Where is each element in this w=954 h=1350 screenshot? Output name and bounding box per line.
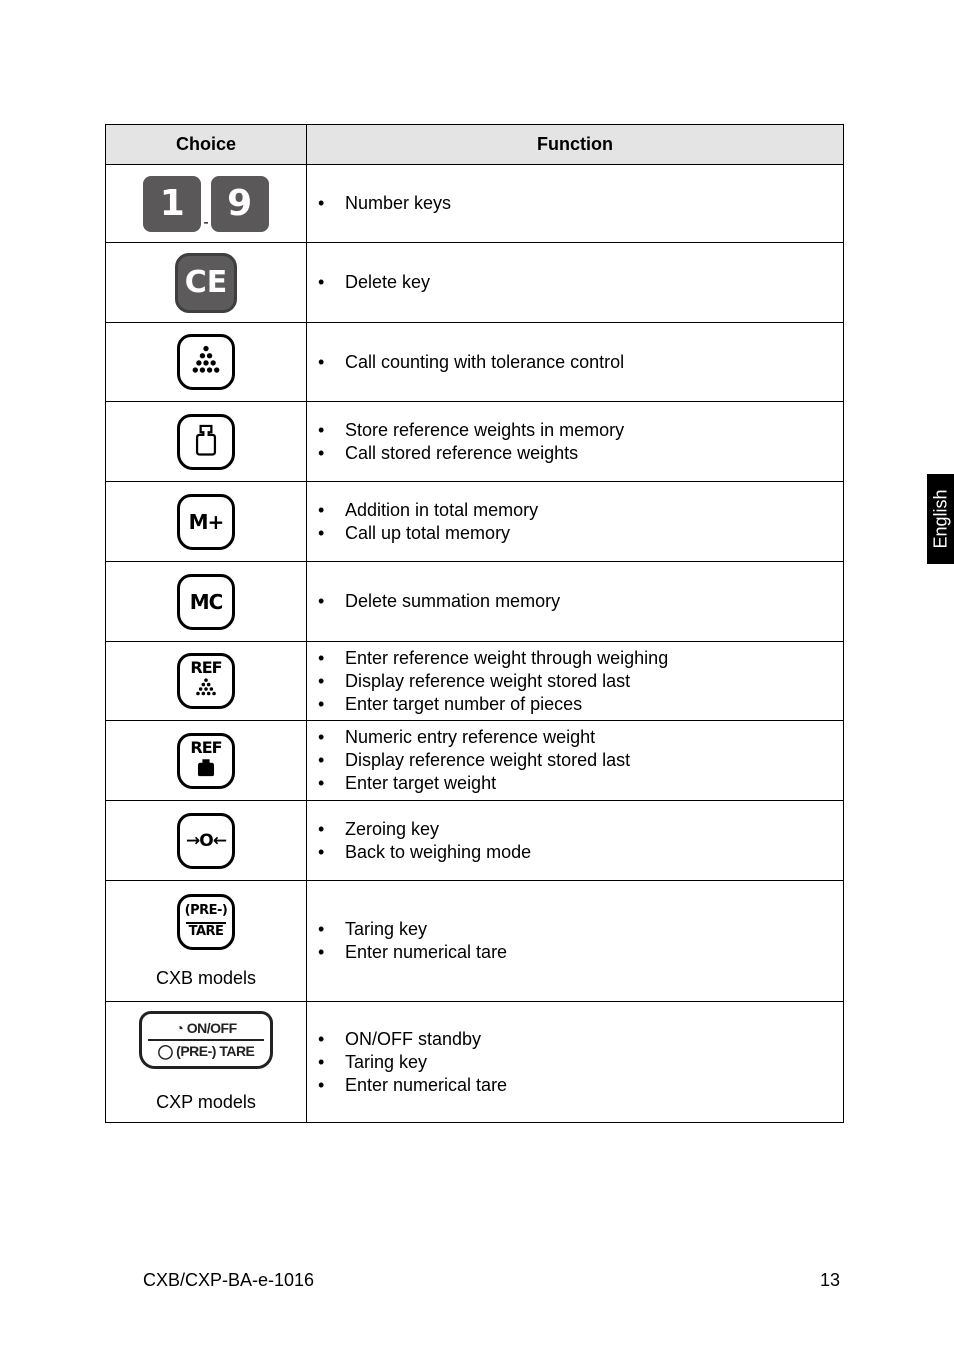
table-row: REF Enter reference weight through weigh… bbox=[105, 641, 844, 721]
choice-cell: 1-9 bbox=[105, 164, 307, 243]
ce-key-icon: CE bbox=[175, 252, 237, 313]
choice-cell: MC bbox=[105, 561, 307, 642]
timer-icon: ◯ bbox=[157, 1043, 174, 1059]
choice-cell: CE bbox=[105, 242, 307, 323]
function-item: Enter target weight bbox=[315, 772, 843, 795]
choice-cell bbox=[105, 322, 307, 402]
table-row: Store reference weights in memory Call s… bbox=[105, 401, 844, 482]
function-cell: Enter reference weight through weighing … bbox=[306, 641, 844, 721]
choice-cell: REF bbox=[105, 641, 307, 721]
tare-key-bottom-label: TARE bbox=[188, 923, 224, 939]
table-row: MC Delete summation memory bbox=[105, 561, 844, 642]
function-cell: Store reference weights in memory Call s… bbox=[306, 401, 844, 482]
table-row: →O← Zeroing key Back to weighing mode bbox=[105, 800, 844, 881]
function-item: Display reference weight stored last bbox=[315, 670, 843, 693]
choice-cell: REF bbox=[105, 720, 307, 801]
weight-key-icon bbox=[177, 413, 235, 470]
cxp-key-divider bbox=[148, 1039, 264, 1041]
choice-cell: →O← bbox=[105, 800, 307, 881]
function-item: Call up total memory bbox=[315, 522, 843, 545]
tare-key-top-label: (PRE-) bbox=[184, 902, 228, 918]
function-cell: Call counting with tolerance control bbox=[306, 322, 844, 402]
table-row: M+ Addition in total memory Call up tota… bbox=[105, 481, 844, 562]
table-row: REF Numeric entry reference weight Displ… bbox=[105, 720, 844, 801]
footer-page-number: 13 bbox=[819, 1270, 840, 1290]
function-item: Taring key bbox=[315, 918, 843, 941]
key-1-icon: 1 bbox=[143, 175, 202, 232]
key-9-icon: 9 bbox=[210, 175, 269, 232]
function-item: ON/OFF standby bbox=[315, 1028, 843, 1051]
function-item: Enter numerical tare bbox=[315, 1074, 843, 1097]
function-item: Addition in total memory bbox=[315, 499, 843, 522]
table-row: 1-9 Number keys bbox=[105, 164, 844, 243]
function-cell: ON/OFF standby Taring key Enter numerica… bbox=[306, 1001, 844, 1123]
language-label: English bbox=[930, 489, 950, 549]
function-item: Enter reference weight through weighing bbox=[315, 647, 843, 670]
function-item: Taring key bbox=[315, 1051, 843, 1074]
function-item: Delete summation memory bbox=[315, 590, 843, 613]
function-item: Call stored reference weights bbox=[315, 442, 843, 465]
header-function: Function bbox=[306, 124, 844, 165]
counting-pyramid-key-icon bbox=[177, 334, 235, 390]
table-row: CE Delete key bbox=[105, 242, 844, 323]
table-row: ◔ ON/OFF ◯ (PRE-) TARE CXP models ON/OFF… bbox=[105, 1001, 844, 1123]
function-item: Call counting with tolerance control bbox=[315, 351, 843, 374]
range-separator: - bbox=[203, 213, 209, 231]
table-header-row: Choice Function bbox=[105, 124, 844, 165]
m-plus-key-icon: M+ bbox=[177, 493, 235, 550]
table-row: Call counting with tolerance control bbox=[105, 322, 844, 402]
function-item: Back to weighing mode bbox=[315, 841, 843, 864]
on-off-row: ◔ ON/OFF bbox=[142, 1020, 270, 1036]
function-cell: Number keys bbox=[306, 164, 844, 243]
on-off-label: ON/OFF bbox=[186, 1020, 237, 1036]
function-cell: Zeroing key Back to weighing mode bbox=[306, 800, 844, 881]
tare-label: (PRE-) TARE bbox=[176, 1043, 255, 1059]
language-side-tab: English bbox=[927, 474, 954, 564]
tare-key-icon: (PRE-) TARE bbox=[177, 893, 235, 950]
function-item: Enter target number of pieces bbox=[315, 693, 843, 716]
power-icon: ◔ bbox=[175, 1020, 184, 1036]
function-item: Enter numerical tare bbox=[315, 941, 843, 964]
model-note: CXB models bbox=[155, 967, 257, 988]
function-cell: Delete summation memory bbox=[306, 561, 844, 642]
choice-cell: ◔ ON/OFF ◯ (PRE-) TARE CXP models bbox=[105, 1001, 307, 1123]
footer-doc-id: CXB/CXP-BA-e-1016 bbox=[143, 1270, 315, 1290]
function-item: Display reference weight stored last bbox=[315, 749, 843, 772]
tare-row: ◯ (PRE-) TARE bbox=[142, 1043, 270, 1060]
choice-cell bbox=[105, 401, 307, 482]
model-note: CXP models bbox=[156, 1092, 256, 1112]
choice-cell: M+ bbox=[105, 481, 307, 562]
function-cell: Numeric entry reference weight Display r… bbox=[306, 720, 844, 801]
header-choice: Choice bbox=[105, 124, 307, 165]
function-item: Store reference weights in memory bbox=[315, 419, 843, 442]
function-item: Number keys bbox=[315, 192, 843, 215]
choice-cell: (PRE-) TARE CXB models bbox=[105, 880, 307, 1002]
function-cell: Delete key bbox=[306, 242, 844, 323]
ref-count-key-icon: REF bbox=[177, 653, 235, 709]
table-row: (PRE-) TARE CXB models Taring key Enter … bbox=[105, 880, 844, 1002]
ref-weight-key-icon: REF bbox=[177, 732, 235, 789]
zero-key-icon: →O← bbox=[177, 812, 235, 869]
function-item: Delete key bbox=[315, 271, 843, 294]
function-cell: Addition in total memory Call up total m… bbox=[306, 481, 844, 562]
function-item: Zeroing key bbox=[315, 818, 843, 841]
function-cell: Taring key Enter numerical tare bbox=[306, 880, 844, 1002]
on-off-tare-key-icon: ◔ ON/OFF ◯ (PRE-) TARE bbox=[139, 1011, 273, 1069]
function-item: Numeric entry reference weight bbox=[315, 726, 843, 749]
key-function-table: Choice Function 1-9 Number keys CE Delet… bbox=[105, 124, 844, 1123]
mc-key-icon: MC bbox=[177, 573, 235, 630]
